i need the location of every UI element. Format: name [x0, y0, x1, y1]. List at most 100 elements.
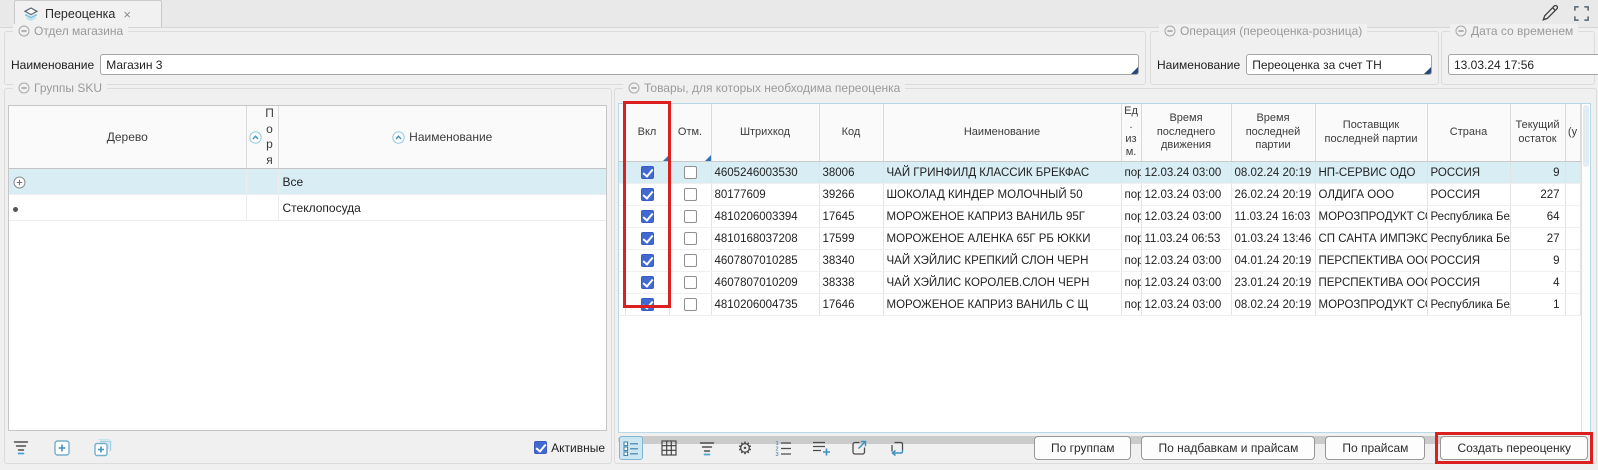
col-header-unit[interactable]: Ед. изм.: [1121, 104, 1141, 162]
numbered-list-icon[interactable]: 1 2 3: [771, 436, 795, 460]
section-datetime: Дата со временем: [1441, 31, 1595, 85]
mark-cell: [669, 184, 711, 206]
barcode-cell: 4605246003530: [711, 162, 819, 184]
filter-icon[interactable]: [9, 436, 33, 460]
sku-toolbar: Активные: [9, 435, 607, 460]
mark-cell: [669, 294, 711, 316]
settings-gear-icon[interactable]: ⚙: [733, 436, 757, 460]
incl-cell: [625, 206, 669, 228]
table-row[interactable]: 80177609 39266 ШОКОЛАД КИНДЕР МОЛОЧНЫЙ 5…: [619, 184, 1580, 206]
col-header-stock[interactable]: Текущий остаток: [1510, 104, 1565, 162]
by-groups-button[interactable]: По группам: [1034, 436, 1131, 460]
mark-checkbox[interactable]: [684, 188, 697, 201]
active-filter[interactable]: Активные: [534, 441, 605, 455]
incl-cell: [625, 184, 669, 206]
col-header-name[interactable]: Наименование: [278, 106, 606, 169]
operation-name-input[interactable]: [1246, 54, 1432, 75]
incl-checkbox[interactable]: [641, 298, 654, 311]
mark-checkbox[interactable]: [684, 232, 697, 245]
col-header-name[interactable]: Наименование: [883, 104, 1121, 162]
filter-icon[interactable]: [695, 436, 719, 460]
extra-cell: [1565, 272, 1580, 294]
incl-checkbox[interactable]: [641, 188, 654, 201]
name-cell: МОРОЖЕНОЕ АЛЕНКА 65Г РБ ЮККИ: [883, 228, 1121, 250]
section-title: Дата со временем: [1471, 24, 1573, 38]
table-row[interactable]: 4810206004735 17646 МОРОЖЕНОЕ КАПРИЗ ВАН…: [619, 294, 1580, 316]
table-row[interactable]: 4810206003394 17645 МОРОЖЕНОЕ КАПРИЗ ВАН…: [619, 206, 1580, 228]
products-table: Вкл Отм. Штрихкод Код Наименование Ед. и…: [618, 103, 1591, 433]
fullscreen-icon[interactable]: [1573, 5, 1590, 22]
code-cell: 17645: [819, 206, 883, 228]
incl-checkbox[interactable]: [641, 276, 654, 289]
active-checkbox[interactable]: [534, 441, 547, 454]
mark-checkbox[interactable]: [684, 298, 697, 311]
tree-row[interactable]: Все: [9, 169, 606, 195]
col-header-last-move[interactable]: Время последнего движения: [1141, 104, 1231, 162]
code-cell: 39266: [819, 184, 883, 206]
add-icon[interactable]: [50, 436, 74, 460]
grid-view-icon[interactable]: [657, 436, 681, 460]
col-header-order[interactable]: Поря: [246, 106, 278, 169]
tab-close-icon[interactable]: ×: [123, 7, 131, 22]
col-header-extra[interactable]: (у: [1565, 104, 1580, 162]
collapse-icon[interactable]: [18, 82, 30, 94]
list-add-icon[interactable]: [809, 436, 833, 460]
mark-checkbox[interactable]: [684, 166, 697, 179]
country-cell: РОССИЯ: [1427, 250, 1510, 272]
collapse-icon[interactable]: [628, 82, 640, 94]
col-header-mark[interactable]: Отм.: [669, 104, 711, 162]
col-header-supplier[interactable]: Поставщик последней партии: [1315, 104, 1427, 162]
by-prices-button[interactable]: По прайсам: [1325, 436, 1425, 460]
incl-checkbox[interactable]: [641, 210, 654, 223]
sort-asc-icon[interactable]: [392, 131, 405, 144]
country-cell: РОССИЯ: [1427, 184, 1510, 206]
open-external-icon[interactable]: [847, 436, 871, 460]
sort-asc-icon[interactable]: [249, 131, 262, 144]
unit-cell: пор.: [1121, 250, 1141, 272]
table-row[interactable]: 4605246003530 38006 ЧАЙ ГРИНФИЛД КЛАССИК…: [619, 162, 1580, 184]
mark-cell: [669, 228, 711, 250]
datetime-input[interactable]: [1448, 54, 1598, 75]
last-move-cell: 12.03.24 03:00: [1141, 272, 1231, 294]
pencil-icon[interactable]: [1541, 4, 1560, 23]
by-markups-prices-button[interactable]: По надбавкам и прайсам: [1141, 436, 1315, 460]
col-header-barcode[interactable]: Штрихкод: [711, 104, 819, 162]
col-header-code[interactable]: Код: [819, 104, 883, 162]
col-header-last-batch[interactable]: Время последней партии: [1231, 104, 1315, 162]
incl-cell: [625, 272, 669, 294]
collapse-icon[interactable]: [1164, 25, 1176, 37]
last-move-cell: 12.03.24 03:00: [1141, 250, 1231, 272]
store-name-input[interactable]: [100, 54, 1139, 75]
extra-cell: [1565, 184, 1580, 206]
table-row[interactable]: 4607807010209 38338 ЧАЙ ХЭЙЛИС КОРОЛЕВ.С…: [619, 272, 1580, 294]
stock-cell: 27: [1510, 228, 1565, 250]
section-title: Отдел магазина: [34, 24, 123, 38]
reload-transfer-icon[interactable]: [885, 436, 909, 460]
expand-plus-icon[interactable]: [13, 175, 26, 189]
name-cell: МОРОЖЕНОЕ КАПРИЗ ВАНИЛЬ 95Г: [883, 206, 1121, 228]
mark-cell: [669, 206, 711, 228]
vertical-scrollbar[interactable]: [1581, 104, 1591, 432]
collapse-icon[interactable]: [18, 25, 30, 37]
table-row[interactable]: 4607807010285 38340 ЧАЙ ХЭЙЛИС КРЕПКИЙ С…: [619, 250, 1580, 272]
mark-checkbox[interactable]: [684, 210, 697, 223]
col-header-country[interactable]: Страна: [1427, 104, 1510, 162]
collapse-icon[interactable]: [1455, 25, 1467, 37]
mark-checkbox[interactable]: [684, 276, 697, 289]
incl-cell: [625, 228, 669, 250]
last-batch-cell: 23.01.24 20:19: [1231, 272, 1315, 294]
create-revaluation-button[interactable]: Создать переоценку: [1440, 436, 1588, 460]
col-header-tree[interactable]: Дерево: [9, 106, 246, 169]
table-row[interactable]: 4810168037208 17599 МОРОЖЕНОЕ АЛЕНКА 65Г…: [619, 228, 1580, 250]
incl-checkbox[interactable]: [641, 166, 654, 179]
incl-checkbox[interactable]: [641, 232, 654, 245]
mark-checkbox[interactable]: [684, 254, 697, 267]
tree-row[interactable]: Стеклопосуда: [9, 195, 606, 221]
tab-pereocenka[interactable]: Переоценка ×: [14, 0, 162, 27]
panel-sku-groups: Группы SKU Дерево Поря: [4, 88, 612, 464]
add-child-icon[interactable]: [91, 436, 115, 460]
incl-checkbox[interactable]: [641, 254, 654, 267]
list-view-icon[interactable]: [619, 436, 643, 460]
code-cell: 17599: [819, 228, 883, 250]
col-header-incl[interactable]: Вкл: [625, 104, 669, 162]
